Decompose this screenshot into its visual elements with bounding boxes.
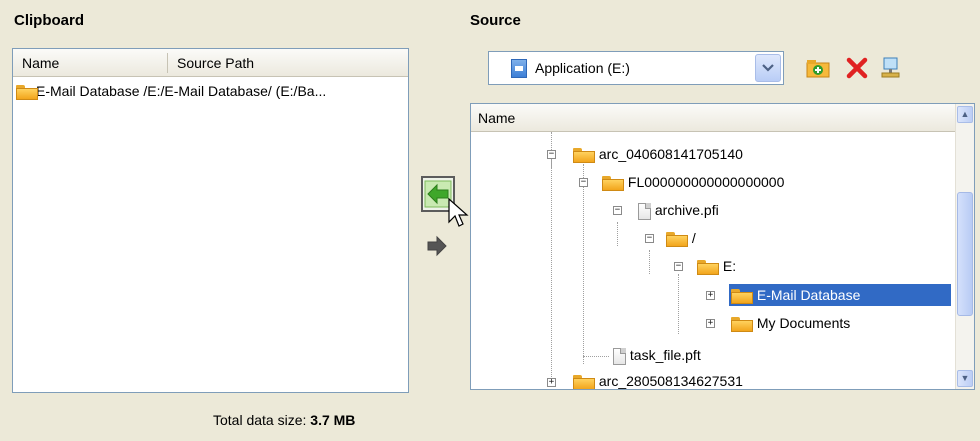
clipboard-row[interactable]: E-Mail Database /E:/E-Mail Database/ (E:… xyxy=(16,80,326,102)
expand-toggle[interactable]: + xyxy=(706,319,715,328)
tree-node-label: task_file.pft xyxy=(629,347,701,363)
source-tree[interactable]: Name − arc_040608141705140 − FL000000000… xyxy=(470,103,975,390)
folder-icon xyxy=(731,316,753,332)
folder-icon xyxy=(731,288,753,304)
folder-icon xyxy=(666,231,688,247)
dropdown-arrow-button[interactable] xyxy=(755,54,781,82)
dropdown-value: Application (E:) xyxy=(535,60,630,76)
folder-icon xyxy=(573,147,595,163)
collapse-toggle[interactable]: − xyxy=(674,262,683,271)
total-size-label: Total data size: xyxy=(213,412,307,428)
new-folder-button[interactable] xyxy=(806,56,830,80)
tree-node[interactable]: archive.pfi xyxy=(638,199,719,221)
properties-button[interactable] xyxy=(879,56,903,80)
tree-node-label: / xyxy=(691,230,696,246)
column-divider[interactable] xyxy=(167,53,168,73)
folder-icon xyxy=(16,84,38,100)
expand-toggle[interactable]: + xyxy=(706,291,715,300)
chevron-down-icon xyxy=(762,64,774,72)
column-header-name[interactable]: Name xyxy=(22,55,59,71)
tree-line xyxy=(617,222,618,246)
arrow-right-icon xyxy=(427,235,447,257)
scroll-up-button[interactable]: ▲ xyxy=(957,106,973,123)
tree-node-label: E-Mail Database xyxy=(756,287,861,303)
scroll-thumb[interactable] xyxy=(957,192,973,316)
collapse-toggle[interactable]: − xyxy=(613,206,622,215)
clipboard-item-name: E-Mail Database xyxy=(36,83,140,99)
vertical-scrollbar[interactable]: ▲ ▼ xyxy=(955,104,974,389)
tree-node-label: FL000000000000000000 xyxy=(627,174,785,190)
tree-node[interactable]: task_file.pft xyxy=(613,344,701,366)
tree-line xyxy=(649,250,650,274)
source-dropdown[interactable]: Application (E:) xyxy=(488,51,784,85)
tree-line xyxy=(678,274,679,334)
tree-node-label: archive.pfi xyxy=(654,202,719,218)
clipboard-list[interactable]: Name Source Path E-Mail Database /E:/E-M… xyxy=(12,48,409,393)
tree-line xyxy=(583,164,584,364)
tree-node[interactable]: E: xyxy=(697,255,736,277)
collapse-toggle[interactable]: − xyxy=(579,178,588,187)
tree-header: Name xyxy=(471,104,957,132)
column-header-source-path[interactable]: Source Path xyxy=(177,55,254,71)
expand-toggle[interactable]: + xyxy=(547,378,556,387)
scroll-down-button[interactable]: ▼ xyxy=(957,370,973,387)
folder-icon xyxy=(573,374,595,389)
properties-icon xyxy=(881,57,900,78)
tree-node-label: arc_040608141705140 xyxy=(598,146,743,162)
collapse-toggle[interactable]: − xyxy=(645,234,654,243)
collapse-toggle[interactable]: − xyxy=(547,150,556,159)
remove-from-clipboard-button[interactable] xyxy=(425,233,451,259)
file-icon xyxy=(638,202,651,220)
drive-icon-detail xyxy=(515,66,523,71)
file-icon xyxy=(613,347,626,365)
tree-node-label: E: xyxy=(722,258,737,274)
folder-icon xyxy=(697,259,719,275)
delete-button[interactable] xyxy=(845,56,869,80)
total-size: Total data size: 3.7 MB xyxy=(213,412,355,428)
folder-icon xyxy=(602,175,624,191)
tree-node[interactable]: FL000000000000000000 xyxy=(602,171,784,193)
source-heading: Source xyxy=(470,12,521,29)
column-header-name[interactable]: Name xyxy=(478,110,515,126)
clipboard-header: Name Source Path xyxy=(13,49,408,77)
tree-node[interactable]: My Documents xyxy=(731,312,850,334)
tree-node[interactable]: / xyxy=(666,227,696,249)
tree-line xyxy=(551,159,552,379)
tree-node[interactable]: arc_040608141705140 xyxy=(573,143,743,165)
new-folder-icon xyxy=(806,60,830,78)
delete-icon xyxy=(846,57,868,79)
clipboard-item-path: /E:/E-Mail Database/ (E:/Ba... xyxy=(143,83,327,99)
tree-line xyxy=(583,356,609,357)
clipboard-heading: Clipboard xyxy=(14,12,84,29)
total-size-value: 3.7 MB xyxy=(310,412,356,428)
tree-node-label: My Documents xyxy=(756,315,851,331)
tree-node-selected[interactable]: E-Mail Database xyxy=(729,284,951,306)
tree-node[interactable]: arc_280508134627531 xyxy=(573,370,743,389)
tree-node-label: arc_280508134627531 xyxy=(598,373,743,389)
